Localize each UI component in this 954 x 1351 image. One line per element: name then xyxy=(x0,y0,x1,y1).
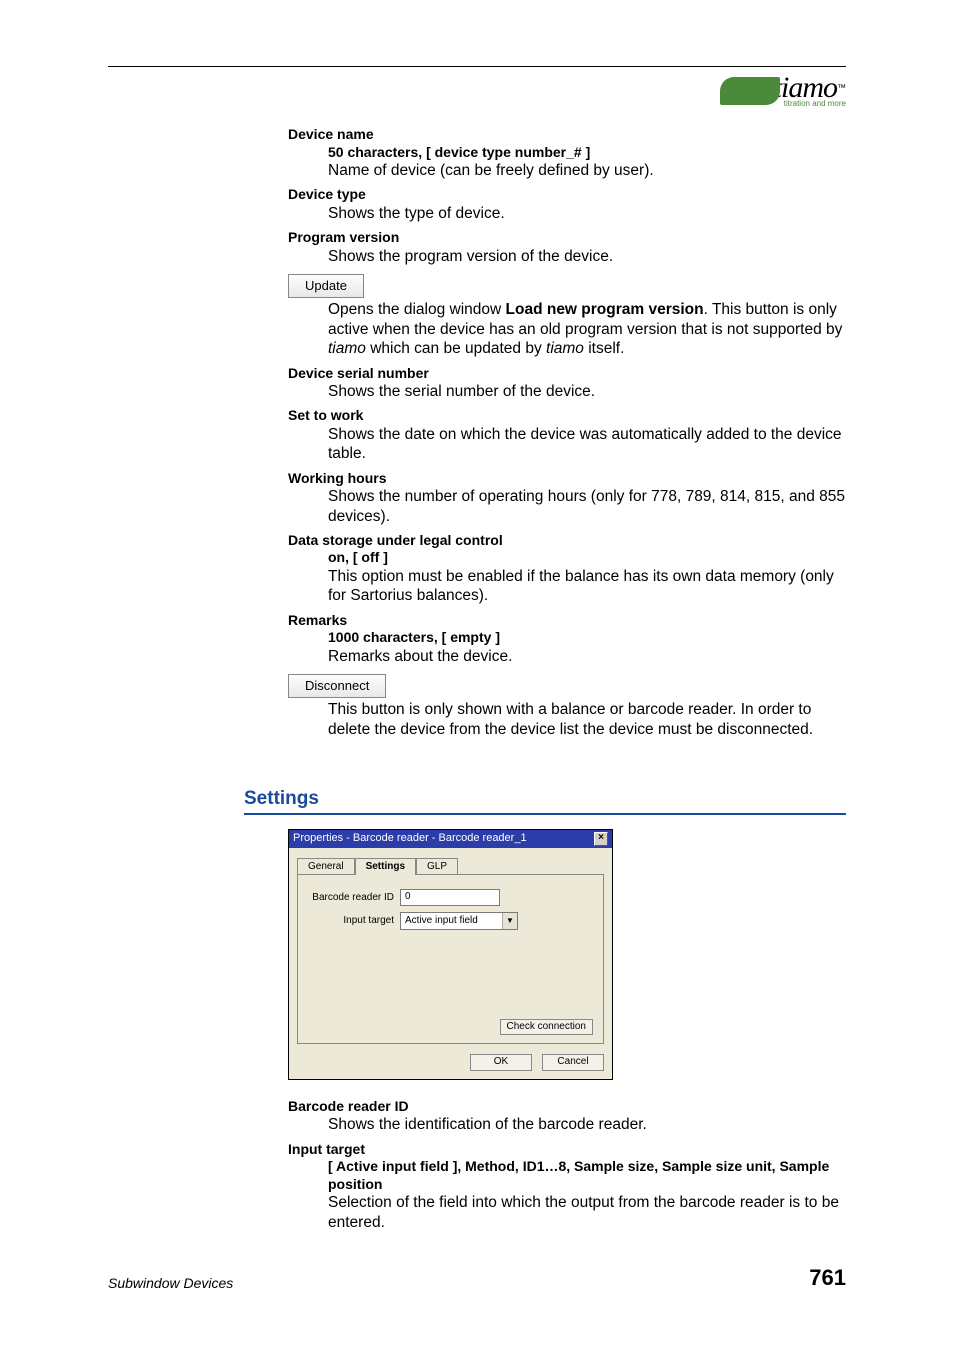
settings-heading: Settings xyxy=(244,787,846,815)
select-input-target[interactable]: Active input field ▼ xyxy=(400,912,518,930)
term-device-type: Device type xyxy=(288,186,846,204)
body-device-name: Name of device (can be freely defined by… xyxy=(328,161,846,180)
select-value: Active input field xyxy=(405,915,478,928)
term-reader-id: Barcode reader ID xyxy=(288,1098,846,1116)
term-remarks: Remarks xyxy=(288,612,846,630)
body-set-to-work: Shows the date on which the device was a… xyxy=(328,425,846,464)
page-number: 761 xyxy=(809,1265,846,1291)
tab-settings[interactable]: Settings xyxy=(355,858,416,876)
body-data-storage: This option must be enabled if the balan… xyxy=(328,567,846,606)
body-input-target: Selection of the field into which the ou… xyxy=(328,1193,846,1232)
body-reader-id: Shows the identification of the barcode … xyxy=(328,1115,846,1134)
body-disconnect: This button is only shown with a balance… xyxy=(328,700,846,739)
brand-shape xyxy=(720,77,780,105)
check-connection-button[interactable]: Check connection xyxy=(500,1019,594,1036)
body-remarks: Remarks about the device. xyxy=(328,647,846,666)
sub-remarks: 1000 characters, [ empty ] xyxy=(328,629,846,647)
term-serial: Device serial number xyxy=(288,365,846,383)
body-working-hours: Shows the number of operating hours (onl… xyxy=(328,487,846,526)
sub-device-name: 50 characters, [ device type number_# ] xyxy=(328,144,846,162)
cancel-button[interactable]: Cancel xyxy=(542,1054,604,1071)
body-update: Opens the dialog window Load new program… xyxy=(328,300,846,358)
term-working-hours: Working hours xyxy=(288,470,846,488)
term-program-version: Program version xyxy=(288,229,846,247)
properties-dialog: Properties - Barcode reader - Barcode re… xyxy=(288,829,613,1080)
tab-glp[interactable]: GLP xyxy=(416,858,458,876)
chevron-down-icon[interactable]: ▼ xyxy=(502,913,517,929)
body-device-type: Shows the type of device. xyxy=(328,204,846,223)
close-icon[interactable]: × xyxy=(594,832,608,846)
term-input-target: Input target xyxy=(288,1141,846,1159)
tab-general[interactable]: General xyxy=(297,858,355,876)
brand-tm: ™ xyxy=(837,83,846,93)
input-reader-id[interactable]: 0 xyxy=(400,889,500,906)
footer-section: Subwindow Devices xyxy=(108,1275,233,1291)
ok-button[interactable]: OK xyxy=(470,1054,532,1071)
brand-subtitle: titration and more xyxy=(774,99,846,108)
body-serial: Shows the serial number of the device. xyxy=(328,382,846,401)
update-button[interactable]: Update xyxy=(288,274,364,298)
sub-data-storage: on, [ off ] xyxy=(328,549,846,567)
term-set-to-work: Set to work xyxy=(288,407,846,425)
body-program-version: Shows the program version of the device. xyxy=(328,247,846,266)
label-reader-id: Barcode reader ID xyxy=(308,892,400,905)
disconnect-button[interactable]: Disconnect xyxy=(288,674,386,698)
dialog-title-text: Properties - Barcode reader - Barcode re… xyxy=(293,832,527,846)
term-device-name: Device name xyxy=(288,126,846,144)
sub-input-target: [ Active input field ], Method, ID1…8, S… xyxy=(328,1158,846,1193)
brand-logo: tiamo™ titration and more xyxy=(108,73,846,108)
label-input-target: Input target xyxy=(308,915,400,928)
term-data-storage: Data storage under legal control xyxy=(288,532,846,550)
